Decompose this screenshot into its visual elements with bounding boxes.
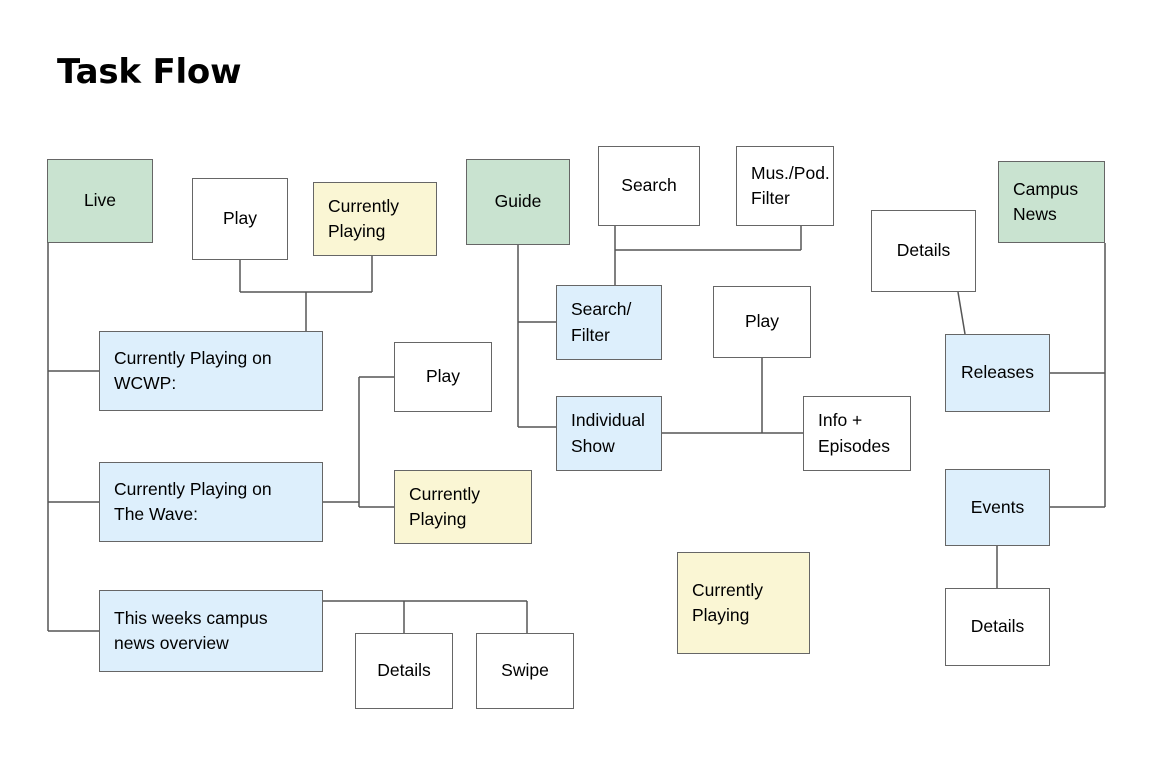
node-details-events[interactable]: Details (945, 588, 1050, 666)
node-play-show[interactable]: Play (713, 286, 811, 358)
node-label: Play (222, 208, 258, 229)
node-campus-overview[interactable]: This weeks campus news overview (99, 590, 323, 672)
node-label: Currently Playing (328, 195, 399, 241)
connector-details-to-releases (957, 291, 966, 335)
node-cp-show[interactable]: Currently Playing (677, 552, 810, 654)
node-search[interactable]: Search (598, 146, 700, 226)
node-details-release[interactable]: Details (871, 210, 976, 292)
node-label: Info + Episodes (818, 410, 890, 456)
node-muspod-filter[interactable]: Mus./Pod. Filter (736, 146, 834, 226)
node-label: Search/ Filter (571, 299, 632, 345)
node-label: Play (744, 311, 780, 332)
node-campus-news[interactable]: Campus News (998, 161, 1105, 243)
node-label: Details (970, 616, 1025, 637)
node-label: Play (425, 366, 461, 387)
node-play-wave[interactable]: Play (394, 342, 492, 412)
node-label: Currently Playing (692, 579, 763, 625)
task-flow-diagram: Task Flow Live Play Currently Playing Curre… (0, 0, 1150, 759)
node-cp-live[interactable]: Currently Playing (313, 182, 437, 256)
node-label: Individual Show (571, 410, 645, 456)
node-label: Swipe (501, 660, 549, 681)
node-label: Details (896, 240, 951, 261)
node-label: Guide (494, 191, 542, 212)
node-label: Currently Playing (409, 483, 480, 529)
node-label: Mus./Pod. Filter (751, 162, 830, 208)
node-info-episodes[interactable]: Info + Episodes (803, 396, 911, 471)
node-search-filter[interactable]: Search/ Filter (556, 285, 662, 360)
node-cp-wcwp[interactable]: Currently Playing on WCWP: (99, 331, 323, 411)
node-cp-wave[interactable]: Currently Playing on The Wave: (99, 462, 323, 542)
node-label: This weeks campus news overview (114, 607, 268, 653)
node-label: Details (377, 660, 431, 681)
node-play-live[interactable]: Play (192, 178, 288, 260)
node-swipe[interactable]: Swipe (476, 633, 574, 709)
node-releases[interactable]: Releases (945, 334, 1050, 412)
node-live[interactable]: Live (47, 159, 153, 243)
node-individual-show[interactable]: Individual Show (556, 396, 662, 471)
node-details-campus[interactable]: Details (355, 633, 453, 709)
page-title: Task Flow (57, 52, 242, 92)
node-cp-wave-now[interactable]: Currently Playing (394, 470, 532, 544)
node-label: Currently Playing on WCWP: (114, 347, 272, 393)
node-events[interactable]: Events (945, 469, 1050, 546)
node-label: Currently Playing on The Wave: (114, 478, 272, 524)
node-label: Search (621, 175, 677, 196)
node-label: Releases (961, 362, 1034, 383)
node-label: Live (83, 190, 117, 211)
node-guide[interactable]: Guide (466, 159, 570, 245)
node-label: Campus News (1013, 178, 1079, 224)
node-label: Events (970, 496, 1025, 517)
